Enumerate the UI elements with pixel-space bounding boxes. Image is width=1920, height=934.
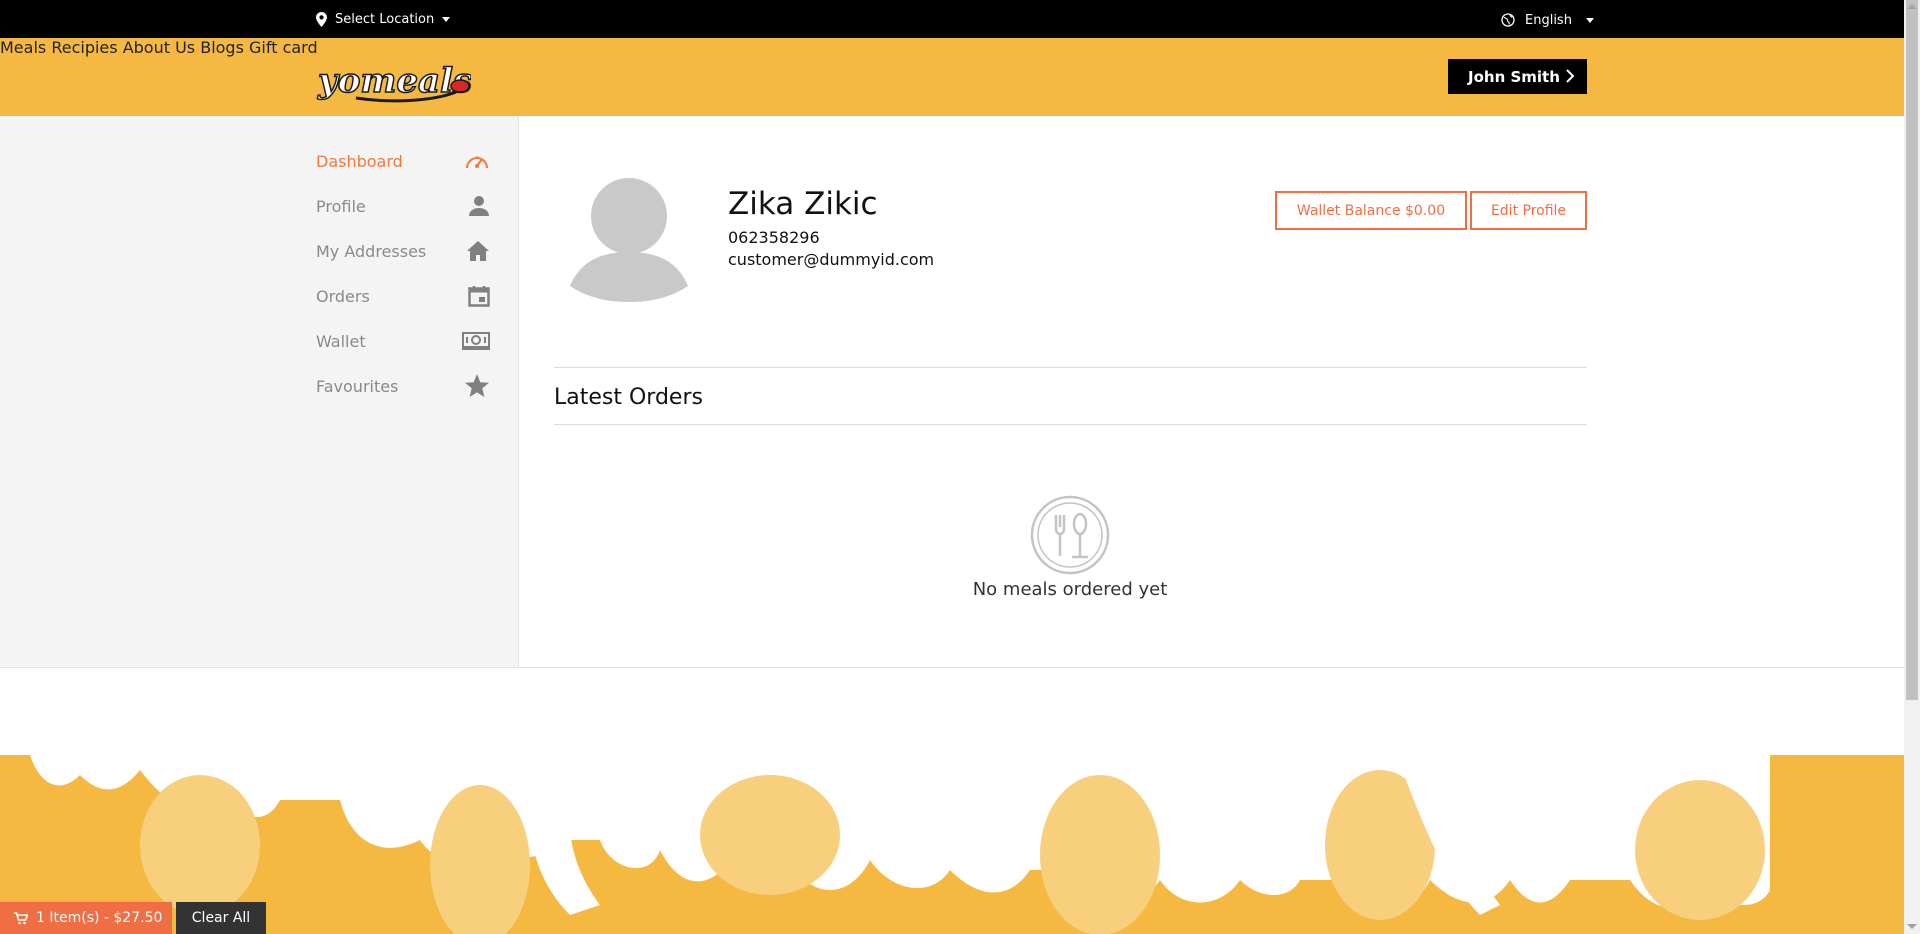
sidebar-item-wallet[interactable]: Wallet bbox=[316, 326, 490, 356]
caret-down-icon bbox=[442, 16, 451, 22]
speedometer-icon bbox=[466, 156, 488, 169]
shopping-cart-icon bbox=[14, 911, 28, 924]
language-dropdown[interactable]: English bbox=[1501, 11, 1594, 29]
main-header: yomeals Meals Recipies About Us Blogs Gi… bbox=[0, 38, 1904, 116]
sidebar-item-label: Favourites bbox=[316, 376, 399, 396]
latest-orders-heading: Latest Orders bbox=[554, 385, 703, 410]
calendar-icon bbox=[468, 286, 490, 307]
nav-blogs[interactable]: Blogs bbox=[200, 38, 244, 57]
scrollbar-thumb[interactable] bbox=[1906, 0, 1918, 700]
nav-gift-card[interactable]: Gift card bbox=[249, 38, 318, 57]
user-name-label: John Smith bbox=[1468, 67, 1560, 86]
yomeals-logo[interactable]: yomeals bbox=[316, 48, 471, 108]
sidebar-item-my-addresses[interactable]: My Addresses bbox=[316, 236, 490, 266]
sidebar-item-label: Dashboard bbox=[316, 151, 403, 171]
sidebar-item-profile[interactable]: Profile bbox=[316, 191, 490, 221]
user-account-button[interactable]: John Smith bbox=[1448, 59, 1587, 94]
globe-icon bbox=[1501, 13, 1515, 27]
profile-phone: 062358296 bbox=[728, 228, 820, 247]
empty-orders-message: No meals ordered yet bbox=[972, 579, 1168, 600]
select-location-label: Select Location bbox=[335, 11, 435, 27]
select-location-dropdown[interactable]: Select Location bbox=[316, 10, 451, 28]
language-label: English bbox=[1525, 12, 1572, 28]
content-divider bbox=[0, 667, 1904, 668]
cutlery-icon bbox=[1030, 495, 1110, 575]
scroll-down-arrow-icon[interactable] bbox=[1907, 924, 1917, 929]
cart-summary-label: 1 Item(s) - $27.50 bbox=[36, 910, 163, 926]
nav-recipies[interactable]: Recipies bbox=[51, 38, 117, 57]
profile-email: customer@dummyid.com bbox=[728, 250, 935, 269]
chevron-right-icon bbox=[1566, 69, 1575, 83]
sidebar-item-label: Wallet bbox=[316, 331, 366, 351]
location-pin-icon bbox=[316, 11, 327, 27]
sidebar-item-orders[interactable]: Orders bbox=[316, 281, 490, 311]
money-icon bbox=[462, 332, 490, 350]
nav-meals[interactable]: Meals bbox=[0, 38, 46, 57]
sidebar-item-label: Orders bbox=[316, 286, 370, 306]
star-icon bbox=[465, 374, 489, 397]
profile-name: Zika Zikic bbox=[728, 186, 878, 222]
sidebar-item-label: My Addresses bbox=[316, 241, 427, 261]
account-sidebar: Dashboard Profile My Addresses Orders Wa… bbox=[0, 116, 519, 667]
nav-about-us[interactable]: About Us bbox=[123, 38, 195, 57]
scroll-up-arrow-icon[interactable] bbox=[1907, 4, 1917, 9]
sidebar-item-dashboard[interactable]: Dashboard bbox=[316, 146, 490, 176]
wallet-balance-button[interactable]: Wallet Balance $0.00 bbox=[1275, 191, 1467, 230]
person-icon bbox=[469, 196, 489, 216]
section-divider bbox=[554, 367, 1587, 368]
avatar bbox=[570, 178, 688, 302]
home-icon bbox=[467, 241, 489, 261]
section-divider bbox=[554, 424, 1587, 425]
cart-summary-button[interactable]: 1 Item(s) - $27.50 bbox=[0, 902, 172, 934]
sidebar-item-favourites[interactable]: Favourites bbox=[316, 371, 490, 401]
caret-down-icon bbox=[1585, 17, 1594, 23]
clear-cart-button[interactable]: Clear All bbox=[176, 902, 266, 934]
footer-food-illustration bbox=[0, 755, 1904, 934]
edit-profile-button[interactable]: Edit Profile bbox=[1470, 191, 1587, 230]
top-bar: Select Location English bbox=[0, 0, 1904, 38]
sidebar-item-label: Profile bbox=[316, 196, 366, 216]
